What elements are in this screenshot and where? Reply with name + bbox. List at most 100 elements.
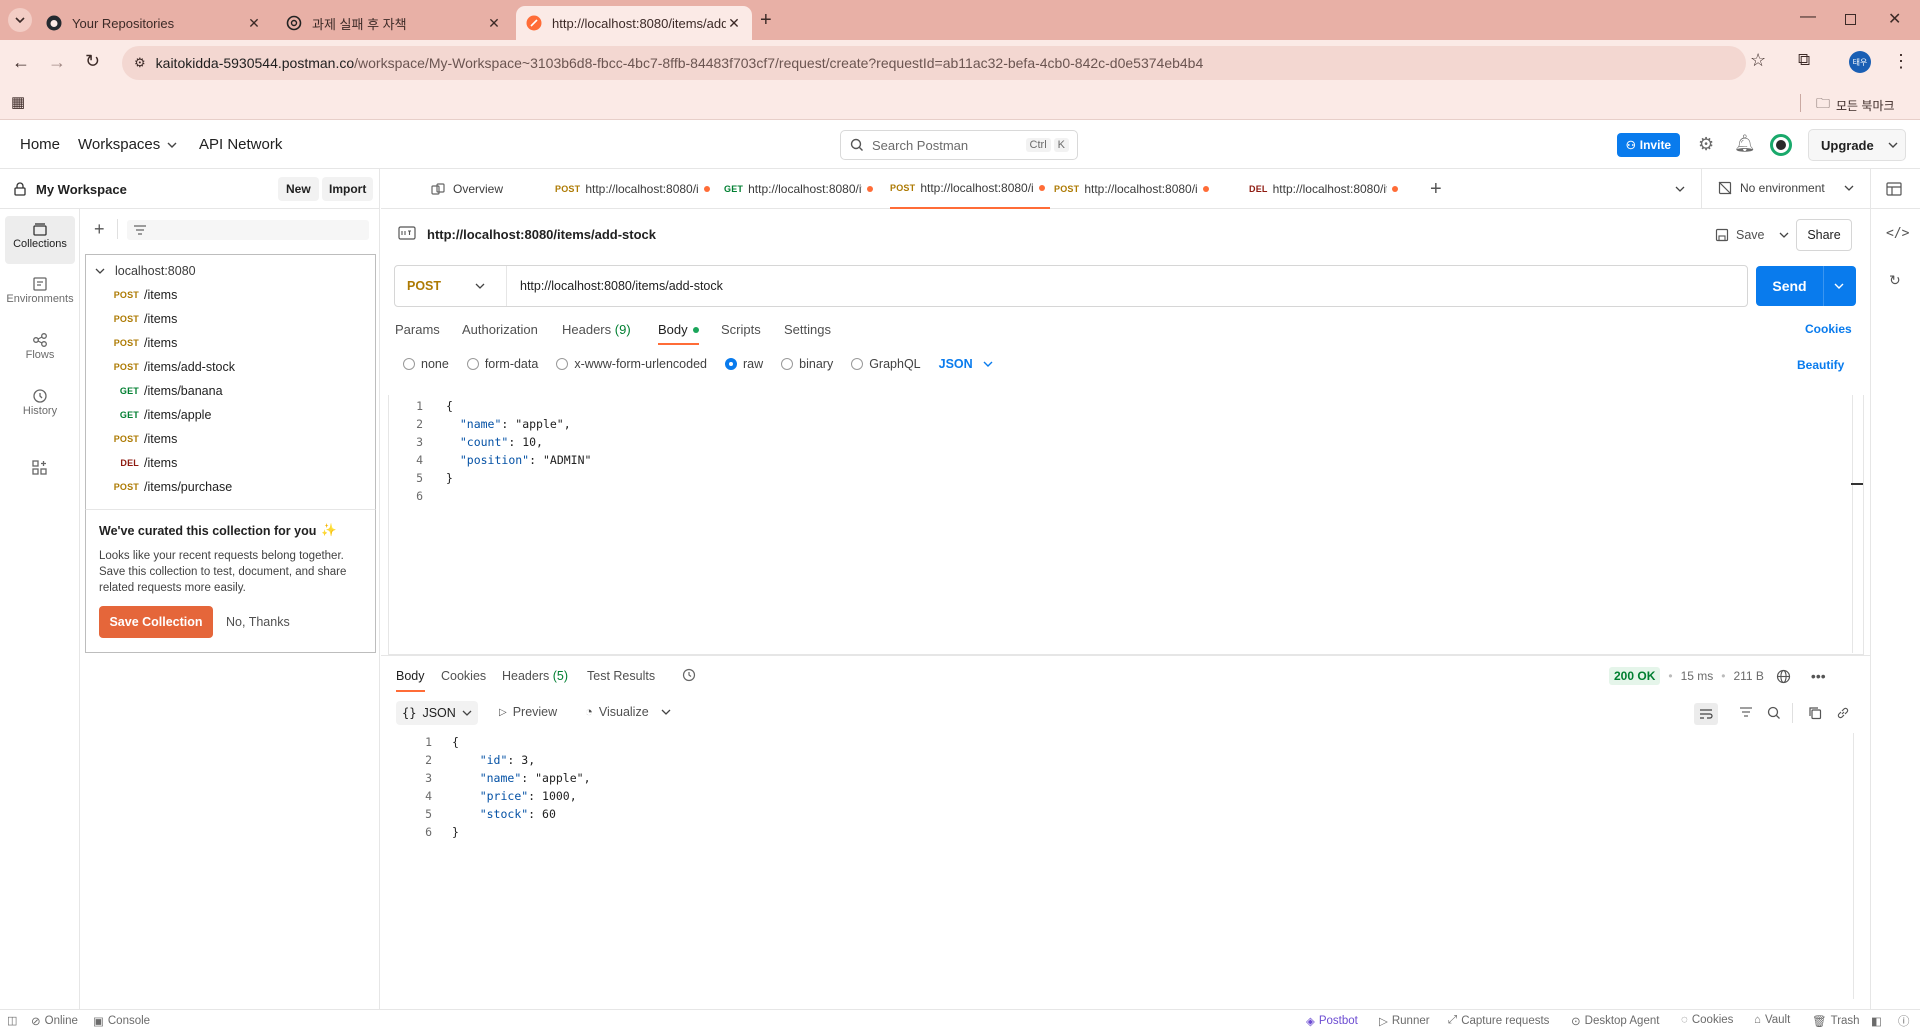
url-input[interactable]: http://localhost:8080/items/add-stock bbox=[520, 279, 723, 293]
radio-urlencoded[interactable]: x-www-form-urlencoded bbox=[556, 357, 707, 371]
body-format-select[interactable]: JSON bbox=[939, 357, 993, 371]
resp-tab-headers[interactable]: Headers (5) bbox=[502, 669, 568, 683]
response-time[interactable]: 15 ms bbox=[1681, 669, 1714, 683]
beautify-link[interactable]: Beautify bbox=[1797, 358, 1844, 372]
preview-button[interactable]: ▷ Preview bbox=[499, 705, 557, 719]
resp-tab-test-results[interactable]: Test Results bbox=[587, 669, 655, 683]
sidebar-request-item[interactable]: POST/items/add-stock bbox=[86, 355, 235, 379]
upgrade-button[interactable]: Upgrade bbox=[1808, 129, 1906, 161]
workspace-name[interactable]: My Workspace bbox=[36, 182, 127, 197]
cookies-button[interactable]: ◌ Cookies bbox=[1681, 1014, 1733, 1026]
browser-tab-0[interactable]: Your Repositories ✕ bbox=[36, 6, 272, 40]
profile-avatar[interactable]: 태우 bbox=[1849, 51, 1871, 73]
forward-arrow-icon[interactable]: → bbox=[48, 52, 66, 73]
trash-button[interactable]: 🗑︎ Trash bbox=[1812, 1014, 1860, 1028]
share-button[interactable]: Share bbox=[1796, 219, 1852, 251]
radio-graphql[interactable]: GraphQL bbox=[851, 357, 921, 371]
toggle-sidebar-icon[interactable]: ◫ bbox=[7, 1014, 17, 1027]
more-vertical-icon[interactable]: ⋮ bbox=[1892, 51, 1910, 72]
new-tab-plus-icon[interactable]: + bbox=[1430, 178, 1442, 201]
related-collections-icon[interactable]: ↻ bbox=[1889, 272, 1901, 289]
user-avatar[interactable] bbox=[1770, 134, 1792, 156]
reload-icon[interactable]: ↻ bbox=[85, 51, 100, 72]
tab-settings[interactable]: Settings bbox=[784, 322, 831, 337]
request-tab[interactable]: POST http://localhost:8080/i bbox=[1054, 169, 1214, 209]
request-tab[interactable]: DEL http://localhost:8080/ite bbox=[1249, 169, 1409, 209]
request-tab[interactable]: GET http://localhost:8080/ite bbox=[724, 169, 884, 209]
filter-input[interactable] bbox=[127, 220, 369, 240]
filter-icon[interactable] bbox=[1739, 707, 1753, 719]
send-button[interactable]: Send bbox=[1756, 266, 1856, 306]
sidebar-request-item[interactable]: POST/items/purchase bbox=[86, 475, 233, 499]
nav-home[interactable]: Home bbox=[20, 136, 60, 153]
layout-icon[interactable]: ◧ bbox=[1871, 1014, 1882, 1028]
browser-tab-2[interactable]: http://localhost:8080/items/add ✕ bbox=[516, 6, 752, 40]
rail-history[interactable]: History bbox=[5, 383, 75, 431]
sidebar-request-item[interactable]: GET/items/apple bbox=[86, 403, 212, 427]
console-button[interactable]: ▣ Console bbox=[93, 1014, 150, 1028]
import-button[interactable]: Import bbox=[322, 177, 374, 201]
environment-selector[interactable]: No environment bbox=[1718, 181, 1854, 195]
nav-api-network[interactable]: API Network bbox=[199, 136, 282, 153]
tab-headers[interactable]: Headers (9) bbox=[562, 322, 631, 337]
save-button[interactable]: Save bbox=[1707, 219, 1773, 251]
tab-search-button[interactable] bbox=[8, 8, 32, 32]
close-icon[interactable]: ✕ bbox=[486, 15, 502, 32]
rail-collections[interactable]: Collections bbox=[5, 216, 75, 264]
close-icon[interactable]: ✕ bbox=[246, 15, 262, 32]
new-button[interactable]: New bbox=[278, 177, 319, 201]
cookies-link[interactable]: Cookies bbox=[1805, 322, 1852, 336]
no-thanks-link[interactable]: No, Thanks bbox=[226, 615, 290, 629]
request-body-editor[interactable]: 1 {2 "name": "apple", 3 "count": 10, 4 "pos… bbox=[388, 395, 1864, 655]
extensions-icon[interactable]: ⧉ bbox=[1798, 50, 1810, 70]
sidebar-request-item[interactable]: POST/items bbox=[86, 427, 178, 451]
sidebar-request-item[interactable]: DEL/items bbox=[86, 451, 177, 475]
online-indicator[interactable]: ⊘ Online bbox=[31, 1014, 78, 1028]
help-icon[interactable]: ⓘ bbox=[1898, 1013, 1910, 1029]
search-box[interactable]: Search Postman Ctrl K bbox=[840, 130, 1078, 160]
settings-gear-icon[interactable]: ⚙ bbox=[1698, 134, 1714, 155]
search-icon[interactable] bbox=[1767, 706, 1781, 720]
rail-flows[interactable]: Flows bbox=[5, 327, 75, 375]
chevron-down-icon[interactable] bbox=[1834, 281, 1844, 291]
new-tab-plus-icon[interactable]: + bbox=[760, 9, 772, 32]
vault-button[interactable]: ⌂ Vault bbox=[1754, 1014, 1790, 1026]
request-tab[interactable]: POST http://localhost:8080/i bbox=[555, 169, 715, 209]
tab-authorization[interactable]: Authorization bbox=[462, 322, 538, 337]
notification-bell-icon[interactable]: 🔔︎ bbox=[1734, 134, 1756, 154]
request-tab[interactable]: POST http://localhost:8080/i bbox=[890, 169, 1050, 209]
close-icon[interactable]: ✕ bbox=[726, 15, 742, 32]
method-select[interactable]: POST bbox=[395, 266, 507, 306]
capture-requests-button[interactable]: ⤢ Capture requests bbox=[1448, 1014, 1549, 1027]
browser-tab-1[interactable]: 과제 실패 후 자책 ✕ bbox=[276, 6, 512, 40]
visualize-button[interactable]: ◔ Visualize bbox=[585, 704, 671, 719]
sidebar-request-item[interactable]: POST/items bbox=[86, 283, 178, 307]
tab-body[interactable]: Body bbox=[658, 322, 699, 337]
radio-binary[interactable]: binary bbox=[781, 357, 833, 371]
collection-localhost[interactable]: localhost:8080 bbox=[95, 259, 196, 283]
close-window-icon[interactable]: ✕ bbox=[1888, 9, 1901, 29]
rail-environments[interactable]: Environments bbox=[5, 271, 75, 319]
chevron-down-icon[interactable] bbox=[1779, 230, 1789, 240]
resp-tab-cookies[interactable]: Cookies bbox=[441, 669, 486, 683]
history-icon[interactable] bbox=[682, 668, 696, 682]
runner-button[interactable]: ▷ Runner bbox=[1379, 1014, 1430, 1028]
minimize-icon[interactable]: — bbox=[1800, 8, 1816, 26]
wrap-lines-button[interactable] bbox=[1694, 703, 1718, 725]
address-bar[interactable]: ⚙ kaitokidda-5930544.postman.co/workspac… bbox=[122, 46, 1746, 80]
environment-quicklook-icon[interactable] bbox=[1886, 182, 1902, 196]
radio-none[interactable]: none bbox=[403, 357, 449, 371]
code-snippet-icon[interactable]: </> bbox=[1886, 226, 1909, 241]
globe-icon[interactable] bbox=[1776, 669, 1791, 684]
radio-raw[interactable]: raw bbox=[725, 357, 763, 371]
editor-scroll-marker[interactable] bbox=[1851, 483, 1863, 485]
tab-scripts[interactable]: Scripts bbox=[721, 322, 761, 337]
save-collection-button[interactable]: Save Collection bbox=[99, 606, 213, 638]
status-badge[interactable]: 200 OK bbox=[1609, 667, 1661, 685]
sidebar-request-item[interactable]: POST/items bbox=[86, 307, 178, 331]
tab-overview[interactable]: Overview bbox=[431, 169, 549, 209]
chevron-down-icon[interactable] bbox=[1675, 184, 1685, 194]
add-workbench-icon[interactable] bbox=[32, 460, 48, 476]
tab-params[interactable]: Params bbox=[395, 322, 440, 337]
postbot-button[interactable]: ◈ Postbot bbox=[1306, 1014, 1358, 1028]
